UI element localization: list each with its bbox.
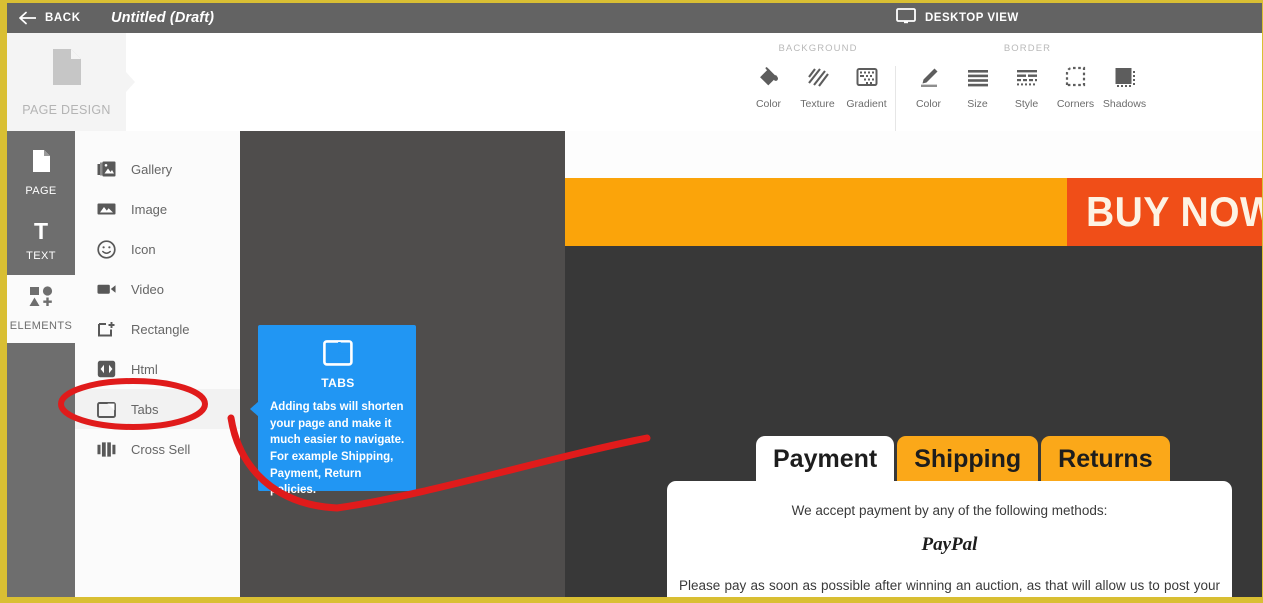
- bg-gradient-button[interactable]: Gradient: [842, 63, 891, 110]
- tooltip-title: TABS: [321, 376, 355, 390]
- image-icon: [97, 201, 116, 217]
- monitor-icon: [896, 7, 916, 29]
- element-item-icon[interactable]: Icon: [75, 229, 240, 269]
- buy-now-button[interactable]: BUY NOW: [1067, 178, 1262, 246]
- rectangle-plus-icon: [97, 321, 116, 338]
- border-shadows-label: Shadows: [1102, 98, 1147, 110]
- bg-color-label: Color: [755, 98, 782, 110]
- bg-texture-label: Texture: [800, 98, 835, 110]
- paint-bucket-icon: [757, 63, 781, 89]
- border-color-label: Color: [915, 98, 942, 110]
- code-brackets-icon: [97, 360, 116, 378]
- bg-color-button[interactable]: Color: [744, 63, 793, 110]
- tab-content-intro: We accept payment by any of the followin…: [791, 503, 1108, 518]
- tabs-icon: [270, 339, 406, 367]
- page-design-label: PAGE DESIGN: [22, 103, 111, 117]
- border-style-button[interactable]: Style: [1002, 63, 1051, 110]
- rail-label-page: PAGE: [25, 185, 57, 197]
- element-label-cross-sell: Cross Sell: [131, 441, 191, 457]
- group-title-border: BORDER: [1003, 43, 1052, 54]
- pencil-icon: [917, 63, 941, 89]
- text-t-icon: T: [33, 218, 49, 244]
- tabs-icon: [97, 401, 116, 418]
- page-design-notch: [126, 72, 135, 92]
- desktop-view-toggle[interactable]: DESKTOP VIEW: [896, 3, 1019, 33]
- border-color-button[interactable]: Color: [904, 63, 953, 110]
- element-label-gallery: Gallery: [131, 161, 173, 177]
- rail-label-elements: ELEMENTS: [9, 320, 73, 332]
- border-corners-label: Corners: [1056, 98, 1095, 110]
- tab-payment[interactable]: Payment: [756, 436, 895, 483]
- element-item-rectangle[interactable]: Rectangle: [75, 309, 240, 349]
- element-label-rectangle: Rectangle: [131, 321, 190, 337]
- border-style-label: Style: [1014, 98, 1039, 110]
- buy-now-label: BUY NOW: [1086, 188, 1262, 235]
- border-corners-button[interactable]: Corners: [1051, 63, 1100, 110]
- tab-content-body: Please pay as soon as possible after win…: [679, 578, 1220, 593]
- top-bar: BACK Untitled (Draft) DESKTOP VIEW: [7, 3, 1262, 33]
- toolbar-divider: [895, 66, 896, 132]
- tab-content-panel: We accept payment by any of the followin…: [667, 481, 1232, 597]
- tab-strip: Payment Shipping Returns: [756, 436, 1170, 483]
- element-item-image[interactable]: Image: [75, 189, 240, 229]
- diagonal-stripes-icon: [806, 63, 830, 89]
- payment-method-paypal: PayPal: [921, 534, 978, 555]
- element-label-tabs: Tabs: [131, 401, 159, 417]
- design-toolbar: PAGE DESIGN BACKGROUND Color Texture Gra…: [7, 33, 1262, 132]
- document-title[interactable]: Untitled (Draft): [111, 3, 214, 33]
- tabs-widget[interactable]: Payment Shipping Returns We accept payme…: [667, 436, 1232, 597]
- gallery-icon: [97, 161, 116, 178]
- canvas-page[interactable]: BUY NOW Payment Shipping Returns We acce…: [565, 131, 1262, 597]
- screenshot-frame: BACK Untitled (Draft) DESKTOP VIEW PAGE …: [0, 0, 1263, 603]
- element-item-cross-sell[interactable]: Cross Sell: [75, 429, 240, 469]
- elements-shapes-icon: [28, 286, 54, 313]
- rail-label-text: TEXT: [26, 250, 56, 262]
- element-item-video[interactable]: Video: [75, 269, 240, 309]
- rail-item-text[interactable]: T TEXT: [7, 207, 75, 275]
- border-shadows-button[interactable]: Shadows: [1100, 63, 1149, 110]
- rail-item-page[interactable]: PAGE: [7, 139, 75, 207]
- border-size-button[interactable]: Size: [953, 63, 1002, 110]
- tooltip-body: Adding tabs will shorten your page and m…: [270, 401, 405, 497]
- rounded-corner-icon: [1064, 63, 1088, 89]
- page-icon: [50, 47, 84, 92]
- elements-panel: Gallery Image Icon Video Rectangle Html …: [75, 131, 240, 597]
- element-label-video: Video: [131, 281, 165, 297]
- tooltip-arrow: [250, 401, 259, 417]
- left-nav-rail: PAGE T TEXT ELEMENTS: [7, 131, 75, 597]
- bg-gradient-label: Gradient: [846, 98, 887, 110]
- tab-shipping[interactable]: Shipping: [897, 436, 1039, 483]
- group-title-background: BACKGROUND: [778, 43, 858, 54]
- page-icon: [31, 149, 52, 178]
- video-camera-icon: [97, 282, 116, 296]
- cross-sell-icon: [97, 441, 116, 458]
- element-item-gallery[interactable]: Gallery: [75, 149, 240, 189]
- tabs-tooltip: TABS Adding tabs will shorten your page …: [250, 325, 416, 496]
- tab-returns[interactable]: Returns: [1041, 436, 1170, 483]
- rail-spacer: [7, 131, 75, 139]
- app-window: BACK Untitled (Draft) DESKTOP VIEW PAGE …: [7, 3, 1262, 597]
- stacked-lines-icon: [966, 63, 990, 89]
- element-label-image: Image: [131, 201, 168, 217]
- shadow-square-icon: [1113, 63, 1137, 89]
- element-label-html: Html: [131, 361, 158, 377]
- toolbar-group-border: BORDER Color Size Style Corners Shadows: [904, 43, 1151, 127]
- element-label-icon: Icon: [131, 241, 156, 257]
- buy-now-banner[interactable]: BUY NOW: [565, 178, 1262, 246]
- dashed-lines-icon: [1015, 63, 1039, 89]
- desktop-view-label: DESKTOP VIEW: [925, 12, 1019, 24]
- back-button[interactable]: BACK: [9, 3, 91, 33]
- page-dark-section: Payment Shipping Returns We accept payme…: [565, 246, 1262, 597]
- rail-item-elements[interactable]: ELEMENTS: [7, 275, 75, 343]
- bg-texture-button[interactable]: Texture: [793, 63, 842, 110]
- page-design-tile[interactable]: PAGE DESIGN: [7, 33, 126, 131]
- element-item-html[interactable]: Html: [75, 349, 240, 389]
- toolbar-group-background: BACKGROUND Color Texture Gradient: [744, 43, 892, 127]
- element-item-tabs[interactable]: Tabs: [75, 389, 240, 429]
- border-size-label: Size: [967, 98, 988, 110]
- back-label: BACK: [45, 12, 81, 24]
- smiley-icon: [97, 239, 116, 259]
- arrow-left-icon: [19, 11, 37, 25]
- gradient-grid-icon: [855, 63, 879, 89]
